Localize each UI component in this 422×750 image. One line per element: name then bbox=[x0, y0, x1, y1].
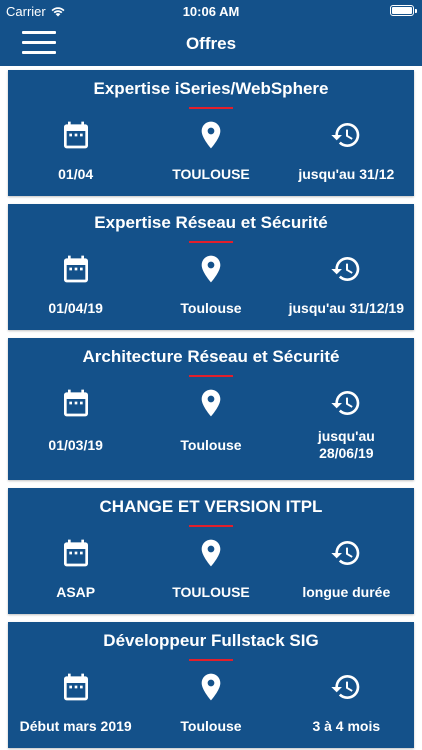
map-pin-icon bbox=[144, 252, 278, 286]
status-time: 10:06 AM bbox=[182, 4, 240, 19]
offer-location: TOULOUSE bbox=[172, 584, 250, 600]
map-pin-icon bbox=[144, 536, 278, 570]
offer-values-row: 01/03/19 Toulouse jusqu'au 28/06/19 bbox=[8, 428, 414, 462]
offer-icons-row bbox=[8, 670, 414, 704]
calendar-icon bbox=[9, 118, 143, 152]
offer-title: Expertise Réseau et Sécurité bbox=[94, 213, 328, 232]
offer-location: Toulouse bbox=[180, 300, 242, 316]
title-underline bbox=[189, 525, 233, 527]
offer-card[interactable]: Expertise iSeries/WebSphere 01/04 TOULOU… bbox=[8, 70, 414, 196]
offer-start-date: Début mars 2019 bbox=[19, 718, 132, 734]
title-underline bbox=[189, 659, 233, 661]
offer-title: CHANGE ET VERSION ITPL bbox=[99, 497, 323, 516]
offer-values-row: Début mars 2019 Toulouse 3 à 4 mois bbox=[8, 718, 414, 735]
calendar-icon bbox=[9, 386, 143, 420]
title-underline bbox=[189, 107, 233, 109]
offer-start-date: ASAP bbox=[56, 584, 96, 600]
offer-location: Toulouse bbox=[180, 718, 242, 734]
offer-icons-row bbox=[8, 252, 414, 286]
offer-icons-row bbox=[8, 536, 414, 570]
offer-duration: jusqu'au 31/12 bbox=[298, 166, 395, 182]
app-header: Carrier 10:06 AM Offres bbox=[0, 0, 422, 66]
offer-start-date: 01/04/19 bbox=[48, 300, 103, 316]
offer-start-date: 01/03/19 bbox=[48, 436, 103, 453]
history-icon bbox=[279, 536, 413, 570]
battery-icon bbox=[390, 5, 417, 16]
offer-values-row: 01/04 TOULOUSE jusqu'au 31/12 bbox=[8, 166, 414, 183]
offer-location: Toulouse bbox=[180, 436, 242, 453]
history-icon bbox=[279, 386, 413, 420]
offer-card[interactable]: Développeur Fullstack SIG Début mars 201… bbox=[8, 622, 414, 748]
history-icon bbox=[279, 670, 413, 704]
offer-card[interactable]: Expertise Réseau et Sécurité 01/04/19 To… bbox=[8, 204, 414, 330]
history-icon bbox=[279, 252, 413, 286]
title-underline bbox=[189, 375, 233, 377]
offer-card[interactable]: Architecture Réseau et Sécurité 01/03/19… bbox=[8, 338, 414, 480]
history-icon bbox=[279, 118, 413, 152]
page-title: Offres bbox=[185, 34, 237, 53]
offer-duration: 3 à 4 mois bbox=[312, 718, 381, 734]
offer-title: Développeur Fullstack SIG bbox=[103, 631, 319, 650]
calendar-icon bbox=[9, 536, 143, 570]
map-pin-icon bbox=[144, 670, 278, 704]
offer-start-date: 01/04 bbox=[58, 166, 94, 182]
offer-card[interactable]: CHANGE ET VERSION ITPL ASAP TOULOUSE lon… bbox=[8, 488, 414, 614]
calendar-icon bbox=[9, 670, 143, 704]
title-underline bbox=[189, 241, 233, 243]
calendar-icon bbox=[9, 252, 143, 286]
offer-values-row: ASAP TOULOUSE longue durée bbox=[8, 584, 414, 601]
map-pin-icon bbox=[144, 118, 278, 152]
offer-duration: longue durée bbox=[302, 584, 391, 600]
offer-duration: jusqu'au 31/12/19 bbox=[288, 300, 404, 316]
offer-values-row: 01/04/19 Toulouse jusqu'au 31/12/19 bbox=[8, 300, 414, 317]
offers-list: Expertise iSeries/WebSphere 01/04 TOULOU… bbox=[8, 70, 414, 750]
offer-icons-row bbox=[8, 118, 414, 152]
offer-duration: jusqu'au 28/06/19 bbox=[317, 428, 375, 461]
offer-location: TOULOUSE bbox=[172, 166, 250, 182]
offer-icons-row bbox=[8, 386, 414, 420]
offer-title: Architecture Réseau et Sécurité bbox=[82, 347, 340, 366]
status-bar: Carrier 10:06 AM bbox=[0, 0, 422, 22]
offer-title: Expertise iSeries/WebSphere bbox=[93, 79, 329, 98]
map-pin-icon bbox=[144, 386, 278, 420]
